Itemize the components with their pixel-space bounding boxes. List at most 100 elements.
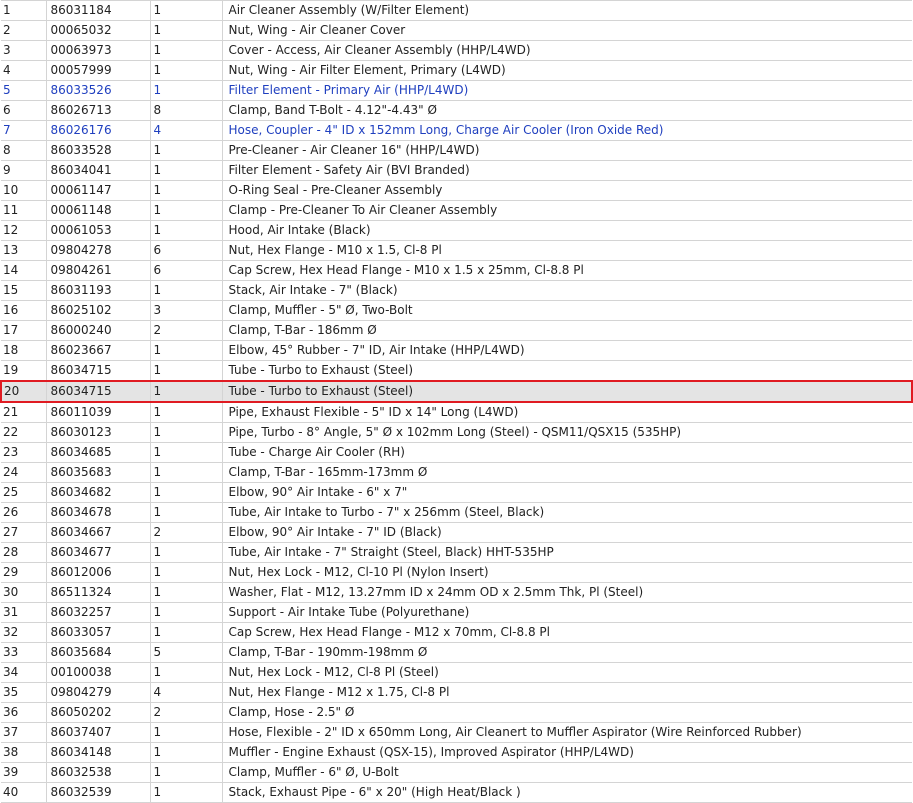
table-row[interactable]: 37 86037407 1 Hose, Flexible - 2" ID x 6… xyxy=(1,722,912,743)
item-number: 3 xyxy=(1,40,47,61)
quantity: 1 xyxy=(150,482,223,503)
table-row[interactable]: 24 86035683 1 Clamp, T-Bar - 165mm-173mm… xyxy=(1,462,912,483)
part-number: 86034148 xyxy=(46,742,151,763)
table-row[interactable]: 12 00061053 1 Hood, Air Intake (Black) xyxy=(1,220,912,241)
part-description: Elbow, 90° Air Intake - 6" x 7" xyxy=(222,482,912,503)
quantity: 1 xyxy=(150,180,223,201)
table-row[interactable]: 40 86032539 1 Stack, Exhaust Pipe - 6" x… xyxy=(1,782,912,803)
table-row[interactable]: 7 86026176 4 Hose, Coupler - 4" ID x 152… xyxy=(1,120,912,141)
quantity: 4 xyxy=(150,682,223,703)
part-number: 86032257 xyxy=(46,602,151,623)
item-number: 1 xyxy=(1,0,47,21)
item-number: 37 xyxy=(1,722,47,743)
item-number: 24 xyxy=(1,462,47,483)
table-row[interactable]: 10 00061147 1 O-Ring Seal - Pre-Cleaner … xyxy=(1,180,912,201)
quantity: 2 xyxy=(150,702,223,723)
part-number: 00063973 xyxy=(46,40,151,61)
part-number: 00057999 xyxy=(46,60,151,81)
part-description: Stack, Exhaust Pipe - 6" x 20" (High Hea… xyxy=(222,782,912,803)
table-row[interactable]: 33 86035684 5 Clamp, T-Bar - 190mm-198mm… xyxy=(1,642,912,663)
table-row[interactable]: 30 86511324 1 Washer, Flat - M12, 13.27m… xyxy=(1,582,912,603)
part-number: 00061147 xyxy=(46,180,151,201)
table-row[interactable]: 17 86000240 2 Clamp, T-Bar - 186mm Ø xyxy=(1,320,912,341)
table-row[interactable]: 25 86034682 1 Elbow, 90° Air Intake - 6"… xyxy=(1,482,912,503)
item-number: 31 xyxy=(1,602,47,623)
parts-list-body: 1 86031184 1 Air Cleaner Assembly (W/Fil… xyxy=(0,0,913,803)
item-number: 30 xyxy=(1,582,47,603)
quantity: 1 xyxy=(150,380,223,403)
part-description: Tube, Air Intake - 7" Straight (Steel, B… xyxy=(222,542,912,563)
part-description: Clamp, T-Bar - 165mm-173mm Ø xyxy=(222,462,912,483)
table-row[interactable]: 11 00061148 1 Clamp - Pre-Cleaner To Air… xyxy=(1,200,912,221)
part-number: 09804279 xyxy=(46,682,151,703)
table-row[interactable]: 19 86034715 1 Tube - Turbo to Exhaust (S… xyxy=(1,360,912,382)
table-row[interactable]: 34 00100038 1 Nut, Hex Lock - M12, Cl-8 … xyxy=(1,662,912,683)
item-number: 6 xyxy=(1,100,47,121)
quantity: 1 xyxy=(150,422,223,443)
table-row[interactable]: 8 86033528 1 Pre-Cleaner - Air Cleaner 1… xyxy=(1,140,912,161)
part-description: Stack, Air Intake - 7" (Black) xyxy=(222,280,912,301)
table-row[interactable]: 32 86033057 1 Cap Screw, Hex Head Flange… xyxy=(1,622,912,643)
item-number: 12 xyxy=(1,220,47,241)
item-number: 34 xyxy=(1,662,47,683)
part-description: Tube - Turbo to Exhaust (Steel) xyxy=(222,360,912,382)
item-number: 9 xyxy=(1,160,47,181)
table-row[interactable]: 4 00057999 1 Nut, Wing - Air Filter Elem… xyxy=(1,60,912,81)
item-number: 14 xyxy=(1,260,47,281)
table-row[interactable]: 27 86034667 2 Elbow, 90° Air Intake - 7"… xyxy=(1,522,912,543)
quantity: 6 xyxy=(150,240,223,261)
part-description: Washer, Flat - M12, 13.27mm ID x 24mm OD… xyxy=(222,582,912,603)
table-row[interactable]: 35 09804279 4 Nut, Hex Flange - M12 x 1.… xyxy=(1,682,912,703)
part-description: Clamp, Band T-Bolt - 4.12"-4.43" Ø xyxy=(222,100,912,121)
item-number: 33 xyxy=(1,642,47,663)
item-number: 15 xyxy=(1,280,47,301)
part-number: 86031184 xyxy=(46,0,151,21)
table-row[interactable]: 16 86025102 3 Clamp, Muffler - 5" Ø, Two… xyxy=(1,300,912,321)
table-row[interactable]: 13 09804278 6 Nut, Hex Flange - M10 x 1.… xyxy=(1,240,912,261)
item-number: 8 xyxy=(1,140,47,161)
part-number: 86035684 xyxy=(46,642,151,663)
table-row[interactable]: 39 86032538 1 Clamp, Muffler - 6" Ø, U-B… xyxy=(1,762,912,783)
table-row[interactable]: 18 86023667 1 Elbow, 45° Rubber - 7" ID,… xyxy=(1,340,912,361)
quantity: 1 xyxy=(150,80,223,101)
item-number: 35 xyxy=(1,682,47,703)
part-description: Nut, Wing - Air Filter Element, Primary … xyxy=(222,60,912,81)
part-number: 86034685 xyxy=(46,442,151,463)
quantity: 1 xyxy=(150,462,223,483)
item-number: 29 xyxy=(1,562,47,583)
part-number: 86032539 xyxy=(46,782,151,803)
table-row[interactable]: 36 86050202 2 Clamp, Hose - 2.5" Ø xyxy=(1,702,912,723)
table-row[interactable]: 2 00065032 1 Nut, Wing - Air Cleaner Cov… xyxy=(1,20,912,41)
part-number: 09804278 xyxy=(46,240,151,261)
table-row[interactable]: 29 86012006 1 Nut, Hex Lock - M12, Cl-10… xyxy=(1,562,912,583)
table-row[interactable]: 3 00063973 1 Cover - Access, Air Cleaner… xyxy=(1,40,912,61)
table-row[interactable]: 6 86026713 8 Clamp, Band T-Bolt - 4.12"-… xyxy=(1,100,912,121)
part-description: Tube, Air Intake to Turbo - 7" x 256mm (… xyxy=(222,502,912,523)
quantity: 5 xyxy=(150,642,223,663)
table-row-selected[interactable]: 20 86034715 1 Tube - Turbo to Exhaust (S… xyxy=(0,380,913,403)
table-row[interactable]: 23 86034685 1 Tube - Charge Air Cooler (… xyxy=(1,442,912,463)
part-number: 86050202 xyxy=(46,702,151,723)
table-row[interactable]: 38 86034148 1 Muffler - Engine Exhaust (… xyxy=(1,742,912,763)
quantity: 1 xyxy=(150,782,223,803)
table-row[interactable]: 15 86031193 1 Stack, Air Intake - 7" (Bl… xyxy=(1,280,912,301)
quantity: 1 xyxy=(150,60,223,81)
item-number: 36 xyxy=(1,702,47,723)
table-row[interactable]: 22 86030123 1 Pipe, Turbo - 8° Angle, 5"… xyxy=(1,422,912,443)
part-number: 86012006 xyxy=(46,562,151,583)
part-description: Tube - Charge Air Cooler (RH) xyxy=(222,442,912,463)
quantity: 1 xyxy=(150,562,223,583)
item-number: 32 xyxy=(1,622,47,643)
part-number: 86033057 xyxy=(46,622,151,643)
table-row[interactable]: 28 86034677 1 Tube, Air Intake - 7" Stra… xyxy=(1,542,912,563)
table-row[interactable]: 14 09804261 6 Cap Screw, Hex Head Flange… xyxy=(1,260,912,281)
part-number: 86030123 xyxy=(46,422,151,443)
table-row[interactable]: 5 86033526 1 Filter Element - Primary Ai… xyxy=(1,80,912,101)
table-row[interactable]: 21 86011039 1 Pipe, Exhaust Flexible - 5… xyxy=(1,402,912,423)
item-number: 18 xyxy=(1,340,47,361)
table-row[interactable]: 26 86034678 1 Tube, Air Intake to Turbo … xyxy=(1,502,912,523)
table-row[interactable]: 9 86034041 1 Filter Element - Safety Air… xyxy=(1,160,912,181)
table-row[interactable]: 31 86032257 1 Support - Air Intake Tube … xyxy=(1,602,912,623)
part-description: Tube - Turbo to Exhaust (Steel) xyxy=(222,380,913,403)
table-row[interactable]: 1 86031184 1 Air Cleaner Assembly (W/Fil… xyxy=(1,0,912,21)
